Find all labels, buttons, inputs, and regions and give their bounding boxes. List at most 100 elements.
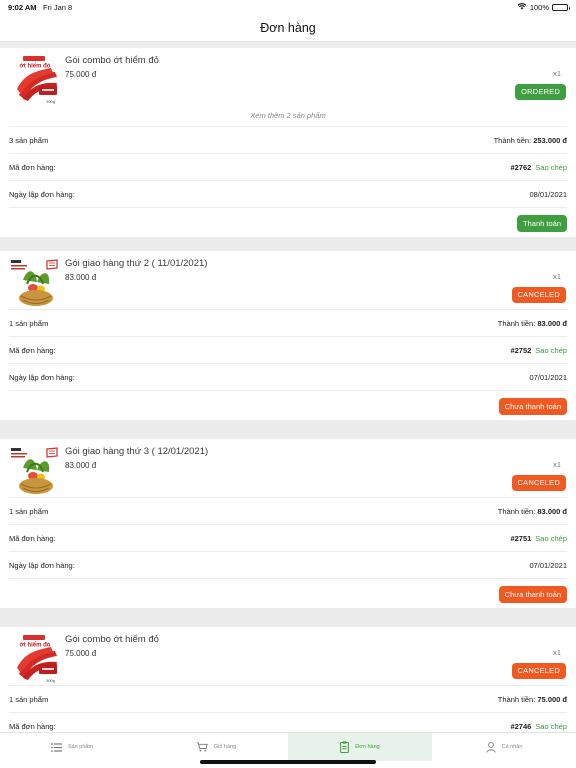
chili-product-image: ớt hiểm đỏ 300g [9, 634, 61, 684]
order-code-label: Mã đơn hàng: [9, 534, 56, 543]
order-code: #2762 Sao chép [510, 163, 567, 172]
order-code-row: Mã đơn hàng: #2751 Sao chép [9, 524, 567, 551]
tab-products[interactable]: Sản phẩm [0, 733, 144, 761]
order-code-label: Mã đơn hàng: [9, 722, 56, 731]
order-card: ớt hiểm đỏ 300g Gói combo ớt hiểm đỏ 75.… [0, 48, 576, 237]
order-code-row: Mã đơn hàng: #2746 Sao chép [9, 712, 567, 732]
order-product-row[interactable]: Gói giao hàng thứ 3 ( 12/01/2021) 83.000… [0, 439, 576, 497]
product-count: 1 sản phẩm [9, 507, 49, 516]
order-list[interactable]: ớt hiểm đỏ 300g Gói combo ớt hiểm đỏ 75.… [0, 43, 576, 732]
order-code-label: Mã đơn hàng: [9, 163, 56, 172]
product-name: Gói combo ớt hiểm đỏ [65, 55, 159, 66]
unpaid-button[interactable]: Chưa thanh toán [498, 398, 567, 415]
home-indicator [200, 760, 376, 764]
status-badge: CANCELED [511, 475, 566, 491]
order-action-row: Thanh toán [9, 207, 567, 237]
total-label: Thành tiền: [497, 507, 536, 516]
pay-button[interactable]: Thanh toán [517, 215, 567, 232]
product-count: 1 sản phẩm [9, 319, 49, 328]
order-code-value: #2751 [510, 534, 532, 543]
order-product-row[interactable]: Gói giao hàng thứ 2 ( 11/01/2021) 83.000… [0, 251, 576, 309]
tab-label: Cá nhân [501, 744, 523, 750]
status-time: 9:02 AM [8, 3, 37, 12]
order-date-value: 07/01/2021 [529, 373, 567, 382]
order-date-label: Ngày lập đơn hàng: [9, 561, 75, 570]
order-code-row: Mã đơn hàng: #2762 Sao chép [9, 153, 567, 180]
product-quantity: x1 [553, 460, 561, 469]
order-card: Gói giao hàng thứ 2 ( 11/01/2021) 83.000… [0, 251, 576, 420]
order-date-label: Ngày lập đơn hàng: [9, 373, 75, 382]
clipboard-icon [340, 741, 350, 753]
product-count: 1 sản phẩm [9, 695, 49, 704]
product-name: Gói giao hàng thứ 2 ( 11/01/2021) [65, 258, 208, 269]
vegetable-basket-image [9, 446, 61, 496]
order-code: #2752 Sao chép [510, 346, 567, 355]
status-badge: CANCELED [511, 287, 566, 303]
copy-button[interactable]: Sao chép [535, 346, 567, 355]
total-value: 75.000 đ [537, 695, 567, 704]
order-date-value: 07/01/2021 [529, 561, 567, 570]
status-bar: 9:02 AM Fri Jan 8 100% [0, 0, 576, 14]
order-total: Thành tiền: 83.000 đ [498, 319, 567, 328]
product-quantity: x1 [553, 648, 561, 657]
chili-product-image: ớt hiểm đỏ 300g [9, 55, 61, 105]
order-summary-row: 1 sản phẩm Thành tiền: 83.000 đ [9, 309, 567, 336]
total-value: 83.000 đ [537, 319, 567, 328]
see-more-link[interactable]: Xem thêm 2 sản phẩm [0, 106, 576, 126]
order-code-value: #2746 [510, 722, 532, 731]
status-badge: CANCELED [511, 663, 566, 679]
total-label: Thành tiền: [497, 319, 536, 328]
order-card: Gói giao hàng thứ 3 ( 12/01/2021) 83.000… [0, 439, 576, 608]
order-date-label: Ngày lập đơn hàng: [9, 190, 75, 199]
svg-text:300g: 300g [46, 99, 55, 104]
product-quantity: x1 [553, 69, 561, 78]
product-price: 75.000 đ [65, 649, 97, 658]
total-label: Thành tiền: [497, 695, 536, 704]
cart-icon [196, 742, 208, 752]
order-date-value: 08/01/2021 [529, 190, 567, 199]
product-count: 3 sản phẩm [9, 136, 49, 145]
order-total: Thành tiền: 253.000 đ [494, 136, 567, 145]
svg-text:ớt hiểm đỏ: ớt hiểm đỏ [20, 63, 51, 70]
tab-label: Giỏ hàng [213, 744, 237, 750]
svg-text:ớt hiểm đỏ: ớt hiểm đỏ [20, 642, 51, 649]
product-price: 75.000 đ [65, 70, 97, 79]
tab-cart[interactable]: Giỏ hàng [144, 733, 288, 761]
order-code-label: Mã đơn hàng: [9, 346, 56, 355]
order-code: #2751 Sao chép [510, 534, 567, 543]
tab-orders[interactable]: Đơn hàng [288, 733, 432, 761]
total-value: 253.000 đ [533, 136, 567, 145]
user-icon [485, 741, 496, 753]
order-code-value: #2762 [510, 163, 532, 172]
order-product-row[interactable]: ớt hiểm đỏ 300g Gói combo ớt hiểm đỏ 75.… [0, 48, 576, 106]
order-product-row[interactable]: ớt hiểm đỏ 300g Gói combo ớt hiểm đỏ 75.… [0, 627, 576, 685]
product-price: 83.000 đ [65, 461, 97, 470]
order-date-row: Ngày lập đơn hàng: 07/01/2021 [9, 551, 567, 578]
total-label: Thành tiền: [493, 136, 532, 145]
battery-icon [552, 3, 570, 11]
order-card: ớt hiểm đỏ 300g Gói combo ớt hiểm đỏ 75.… [0, 627, 576, 732]
status-date: Fri Jan 8 [43, 3, 73, 12]
copy-button[interactable]: Sao chép [535, 722, 567, 731]
svg-text:300g: 300g [46, 678, 55, 683]
product-name: Gói combo ớt hiểm đỏ [65, 634, 159, 645]
list-icon [51, 742, 62, 752]
vegetable-basket-image [9, 258, 61, 308]
order-date-row: Ngày lập đơn hàng: 08/01/2021 [9, 180, 567, 207]
copy-button[interactable]: Sao chép [535, 534, 567, 543]
product-quantity: x1 [553, 272, 561, 281]
order-summary-row: 1 sản phẩm Thành tiền: 75.000 đ [9, 685, 567, 712]
copy-button[interactable]: Sao chép [535, 163, 567, 172]
tab-profile[interactable]: Cá nhân [432, 733, 576, 761]
order-summary-row: 1 sản phẩm Thành tiền: 83.000 đ [9, 497, 567, 524]
tab-label: Đơn hàng [355, 744, 380, 750]
order-code-value: #2752 [510, 346, 532, 355]
page-title: Đơn hàng [260, 21, 316, 35]
order-date-row: Ngày lập đơn hàng: 07/01/2021 [9, 363, 567, 390]
battery-percent: 100% [529, 2, 549, 12]
unpaid-button[interactable]: Chưa thanh toán [498, 586, 567, 603]
product-price: 83.000 đ [65, 273, 97, 282]
wifi-icon [517, 2, 527, 12]
status-badge: ORDERED [515, 84, 566, 100]
order-summary-row: 3 sản phẩm Thành tiền: 253.000 đ [9, 126, 567, 153]
